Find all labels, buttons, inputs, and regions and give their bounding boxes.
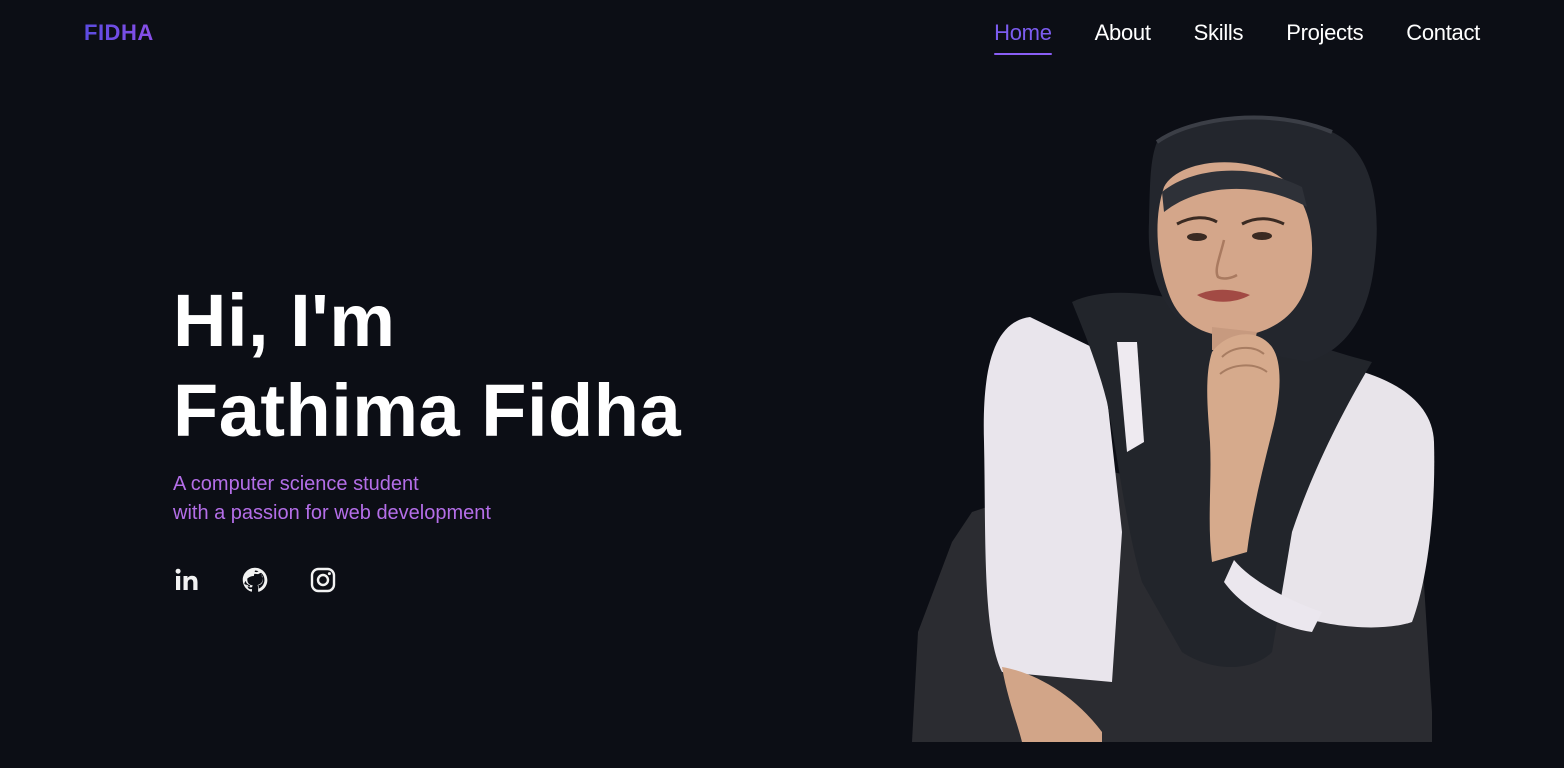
main-nav: Home About Skills Projects Contact xyxy=(951,20,1480,55)
hero-tagline: A computer science student with a passio… xyxy=(173,470,681,528)
hero-name: Fathima Fidha xyxy=(173,369,682,452)
hero-heading: Hi, I'm Fathima Fidha xyxy=(173,276,681,456)
linkedin-link[interactable] xyxy=(173,566,201,594)
nav-projects[interactable]: Projects xyxy=(1286,20,1363,52)
tagline-line-2: with a passion for web development xyxy=(173,502,491,524)
hero-greeting: Hi, I'm xyxy=(173,279,396,362)
nav-about[interactable]: About xyxy=(1095,20,1151,52)
portfolio-page: FIDHA Home About Skills Projects Contact… xyxy=(0,0,1564,768)
instagram-icon xyxy=(310,567,336,593)
github-link[interactable] xyxy=(241,566,269,594)
linkedin-icon xyxy=(175,568,198,590)
instagram-link[interactable] xyxy=(309,566,337,594)
social-links xyxy=(173,566,681,594)
nav-home[interactable]: Home xyxy=(994,20,1052,55)
hero-section: Hi, I'm Fathima Fidha A computer science… xyxy=(173,276,681,594)
github-icon xyxy=(242,567,268,592)
nav-contact[interactable]: Contact xyxy=(1406,20,1480,52)
nav-skills[interactable]: Skills xyxy=(1194,20,1244,52)
profile-portrait xyxy=(912,115,1435,742)
tagline-line-1: A computer science student xyxy=(173,473,419,495)
site-logo[interactable]: FIDHA xyxy=(84,20,154,46)
